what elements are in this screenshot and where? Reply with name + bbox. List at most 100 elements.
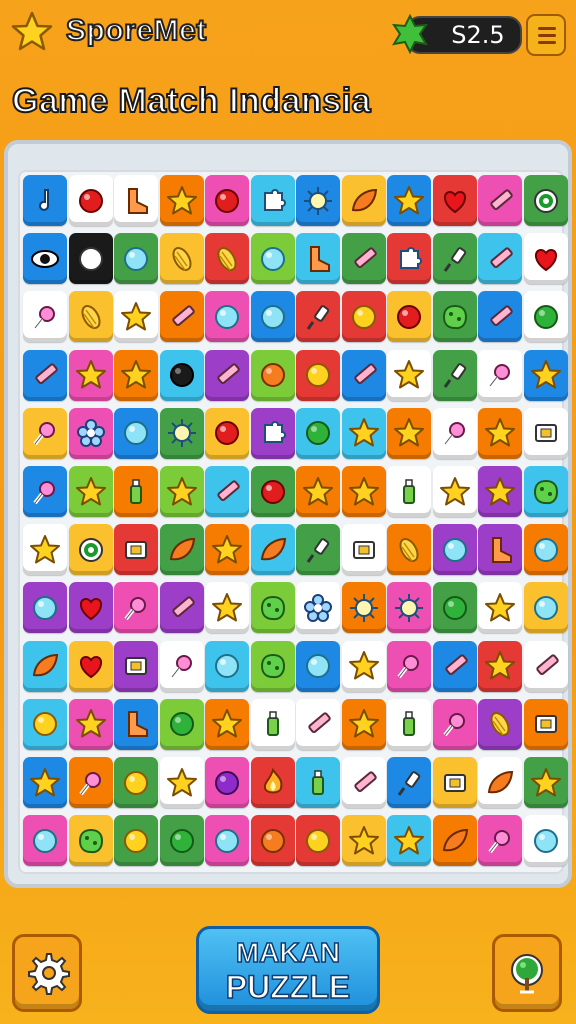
tile[interactable] <box>296 582 340 634</box>
tile[interactable] <box>114 582 158 634</box>
tile[interactable] <box>114 757 158 808</box>
tile[interactable] <box>250 291 295 343</box>
tile[interactable] <box>159 757 204 808</box>
tile[interactable] <box>159 233 204 285</box>
play-button[interactable]: MAKAN PUZZLE <box>196 926 380 1014</box>
tile[interactable] <box>68 815 113 867</box>
tile[interactable] <box>250 175 295 226</box>
tile[interactable] <box>68 524 113 576</box>
tile[interactable] <box>68 466 113 517</box>
tile[interactable] <box>159 291 204 343</box>
tile[interactable] <box>68 291 113 343</box>
tile[interactable] <box>387 757 431 808</box>
tile[interactable] <box>478 233 522 285</box>
tile[interactable] <box>432 698 477 750</box>
tile[interactable] <box>432 349 477 401</box>
tile[interactable] <box>250 582 295 634</box>
tile[interactable] <box>432 757 477 808</box>
tile[interactable] <box>432 815 477 867</box>
tile[interactable] <box>478 175 522 226</box>
tile[interactable] <box>523 466 568 517</box>
tile[interactable] <box>205 815 249 867</box>
tile[interactable] <box>432 291 477 343</box>
tile[interactable] <box>23 698 67 750</box>
tile[interactable] <box>296 524 340 576</box>
tile[interactable] <box>159 815 204 867</box>
tile[interactable] <box>205 640 249 692</box>
tile[interactable] <box>341 175 386 226</box>
tile[interactable] <box>23 640 67 692</box>
settings-gear-icon[interactable] <box>12 934 82 1012</box>
tile[interactable] <box>523 698 568 750</box>
tile[interactable] <box>205 757 249 808</box>
tile[interactable] <box>341 757 386 808</box>
tile[interactable] <box>523 291 568 343</box>
tile[interactable] <box>523 524 568 576</box>
tile[interactable] <box>387 233 431 285</box>
tile[interactable] <box>478 291 522 343</box>
tile[interactable] <box>296 640 340 692</box>
tile[interactable] <box>159 175 204 226</box>
tile[interactable] <box>250 407 295 459</box>
tile[interactable] <box>478 407 522 459</box>
tile[interactable] <box>68 640 113 692</box>
tile[interactable] <box>432 582 477 634</box>
tile[interactable] <box>114 466 158 517</box>
tile[interactable] <box>114 233 158 285</box>
tile[interactable] <box>341 582 386 634</box>
tile[interactable] <box>250 640 295 692</box>
tile[interactable] <box>432 640 477 692</box>
tile[interactable] <box>523 757 568 808</box>
tile[interactable] <box>250 233 295 285</box>
tile[interactable] <box>432 466 477 517</box>
tile[interactable] <box>523 233 568 285</box>
tile[interactable] <box>432 233 477 285</box>
tile[interactable] <box>23 233 67 285</box>
tile[interactable] <box>250 349 295 401</box>
tile[interactable] <box>68 233 113 285</box>
tile[interactable] <box>296 815 340 867</box>
tile[interactable] <box>159 349 204 401</box>
tile[interactable] <box>478 524 522 576</box>
tile[interactable] <box>432 524 477 576</box>
tile[interactable] <box>114 349 158 401</box>
tile[interactable] <box>159 407 204 459</box>
star-icon[interactable] <box>10 10 54 54</box>
tile[interactable] <box>387 698 431 750</box>
tile[interactable] <box>23 407 67 459</box>
tile[interactable] <box>387 291 431 343</box>
tile[interactable] <box>478 815 522 867</box>
tile[interactable] <box>205 349 249 401</box>
tile[interactable] <box>23 524 67 576</box>
tile[interactable] <box>159 466 204 517</box>
tile[interactable] <box>205 466 249 517</box>
tile[interactable] <box>341 640 386 692</box>
tile[interactable] <box>68 175 113 226</box>
tile[interactable] <box>68 698 113 750</box>
hamburger-menu-icon[interactable] <box>526 14 566 56</box>
tile[interactable] <box>341 233 386 285</box>
tile[interactable] <box>432 175 477 226</box>
tile[interactable] <box>387 407 431 459</box>
tile[interactable] <box>387 175 431 226</box>
tile[interactable] <box>205 582 249 634</box>
tile[interactable] <box>296 698 340 750</box>
tile[interactable] <box>23 757 67 808</box>
tile[interactable] <box>387 640 431 692</box>
tile[interactable] <box>387 582 431 634</box>
tile[interactable] <box>341 466 386 517</box>
tile[interactable] <box>387 349 431 401</box>
tile[interactable] <box>523 349 568 401</box>
tile[interactable] <box>296 175 340 226</box>
tile[interactable] <box>23 466 67 517</box>
tile[interactable] <box>205 407 249 459</box>
tile[interactable] <box>250 757 295 808</box>
tile[interactable] <box>478 640 522 692</box>
tile[interactable] <box>205 524 249 576</box>
tile[interactable] <box>387 466 431 517</box>
tile[interactable] <box>250 466 295 517</box>
tile[interactable] <box>432 407 477 459</box>
tile[interactable] <box>478 757 522 808</box>
tile[interactable] <box>250 815 295 867</box>
tile[interactable] <box>341 524 386 576</box>
